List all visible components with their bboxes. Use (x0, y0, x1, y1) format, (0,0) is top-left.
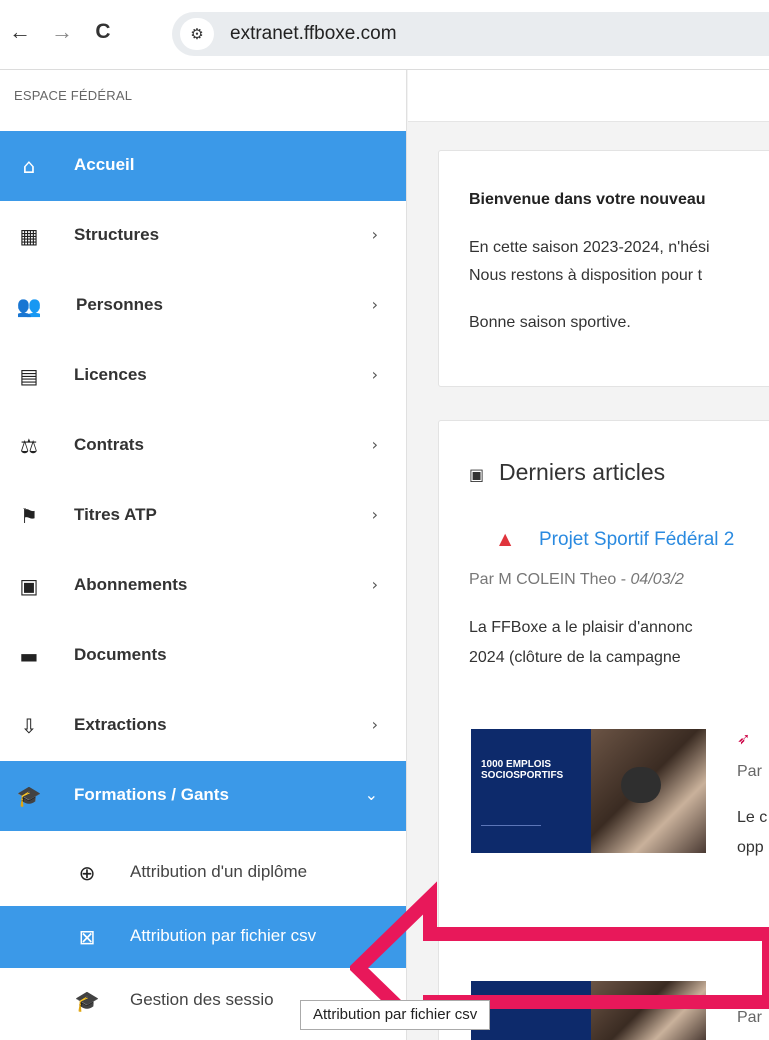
sidebar-item-documents[interactable]: ▬ Documents (0, 621, 406, 691)
article-date: 04/03/2 (630, 571, 684, 588)
chevron-right-icon: › (371, 575, 378, 594)
boxing-glove (621, 767, 661, 803)
article-excerpt: 2024 (clôture de la campagne (469, 649, 681, 666)
chevron-right-icon: › (371, 225, 378, 244)
site-settings-icon[interactable]: ⚙ (180, 18, 214, 50)
sidebar-item-label: Documents (74, 645, 167, 664)
chevron-right-icon: › (371, 435, 378, 454)
newspaper-icon: ▣ (469, 465, 485, 484)
thumbnail-title-line: SOCIOSPORTIFS (481, 770, 564, 781)
sidebar-item-licences[interactable]: ▤ Licences › (0, 341, 406, 411)
logo (481, 825, 541, 839)
articles-heading-text: Derniers articles (499, 459, 666, 485)
sidebar: ESPACE FÉDÉRAL ⌂ Accueil ▦ Structures › … (0, 70, 407, 1040)
chevron-right-icon: › (371, 715, 378, 734)
address-bar[interactable]: ⚙ extranet.ffboxe.com (172, 12, 769, 56)
chevron-down-icon: ⌄ (364, 785, 378, 804)
rocket-icon: ➶ (737, 729, 751, 748)
handshake-icon: ⚖ (20, 434, 38, 458)
article-excerpt: Le c (737, 809, 768, 826)
article-excerpt: opp (737, 839, 764, 856)
sidebar-item-label: Titres ATP (74, 505, 157, 524)
people-icon: 👥 (16, 294, 42, 318)
article-author: Par M COLEIN Theo - (469, 571, 631, 588)
back-arrow-icon[interactable]: ← (6, 18, 34, 46)
subitem-label: Attribution par fichier csv (130, 926, 317, 945)
graduation-cap-icon: 🎓 (16, 784, 42, 808)
sidebar-item-abonnements[interactable]: ▣ Abonnements › (0, 551, 406, 621)
tooltip: Attribution par fichier csv (300, 1000, 491, 1030)
buildings-icon: ▦ (19, 224, 39, 248)
sidebar-item-formations-gants[interactable]: 🎓 Formations / Gants ⌄ (0, 761, 406, 831)
sidebar-item-personnes[interactable]: 👥 Personnes › (0, 271, 406, 341)
subitem-label: Gestion des sessio (130, 990, 274, 1009)
alarm-light-icon: ▲ (499, 529, 512, 548)
article-thumbnail[interactable]: 1000 EMPLOIS SOCIOSPORTIFS (471, 729, 706, 853)
top-bar (408, 70, 769, 122)
sidebar-item-label: Abonnements (74, 575, 188, 594)
browser-toolbar: ← → C ⚙ extranet.ffboxe.com (0, 0, 769, 70)
plus-circle-icon: ⊕ (78, 861, 96, 885)
cards-icon: ▤ (19, 364, 39, 388)
annotation-arrow (350, 881, 769, 1020)
sidebar-item-structures[interactable]: ▦ Structures › (0, 201, 406, 271)
thumbnail-title-line: 1000 EMPLOIS (481, 759, 552, 770)
article-meta: Par (737, 763, 762, 780)
welcome-text: Nous restons à disposition pour t (469, 267, 703, 284)
welcome-text: Bonne saison sportive. (469, 314, 631, 331)
article-title-link[interactable]: Projet Sportif Fédéral 2 (539, 529, 734, 551)
sidebar-item-label: Structures (74, 225, 160, 244)
welcome-text: En cette saison 2023-2024, n'hési (469, 239, 710, 256)
subitem-label: Attribution d'un diplôme (130, 862, 308, 881)
newspaper-icon: ▣ (19, 574, 39, 598)
forward-arrow-icon[interactable]: → (48, 18, 76, 46)
sidebar-item-label: Accueil (74, 155, 135, 174)
sidebar-item-label: Extractions (74, 715, 167, 734)
article-meta: Par M COLEIN Theo - 04/03/2 (469, 571, 684, 589)
download-tray-icon: ⇩ (20, 714, 38, 738)
home-icon: ⌂ (22, 154, 36, 178)
chevron-right-icon: › (371, 505, 378, 524)
welcome-card: Bienvenue dans votre nouveau En cette sa… (438, 150, 769, 387)
subitem-attribution-csv[interactable]: ⊠ Attribution par fichier csv (0, 906, 406, 968)
reload-icon[interactable]: C (89, 18, 117, 46)
sidebar-item-extractions[interactable]: ⇩ Extractions › (0, 691, 406, 761)
welcome-title: Bienvenue dans votre nouveau (469, 191, 706, 208)
graduation-cap-icon: 🎓 (74, 989, 100, 1013)
sidebar-item-titres-atp[interactable]: ⚑ Titres ATP › (0, 481, 406, 551)
sidebar-item-label: Personnes (76, 295, 163, 314)
articles-heading: ▣ Derniers articles (469, 459, 665, 486)
flag-icon: ⚑ (20, 504, 38, 528)
chevron-right-icon: › (371, 295, 378, 314)
chevron-right-icon: › (371, 365, 378, 384)
sidebar-item-label: Formations / Gants (74, 785, 229, 804)
excel-file-icon: ⊠ (78, 925, 96, 949)
article-excerpt: La FFBoxe a le plaisir d'annonc (469, 619, 693, 636)
sidebar-item-contrats[interactable]: ⚖ Contrats › (0, 411, 406, 481)
folder-icon: ▬ (19, 644, 39, 668)
sidebar-header: ESPACE FÉDÉRAL (14, 88, 133, 103)
sidebar-item-label: Licences (74, 365, 147, 384)
sidebar-item-accueil[interactable]: ⌂ Accueil (0, 131, 406, 201)
sidebar-item-label: Contrats (74, 435, 144, 454)
url-text: extranet.ffboxe.com (230, 23, 397, 44)
thumbnail-title: 1000 EMPLOIS SOCIOSPORTIFS (481, 759, 563, 781)
